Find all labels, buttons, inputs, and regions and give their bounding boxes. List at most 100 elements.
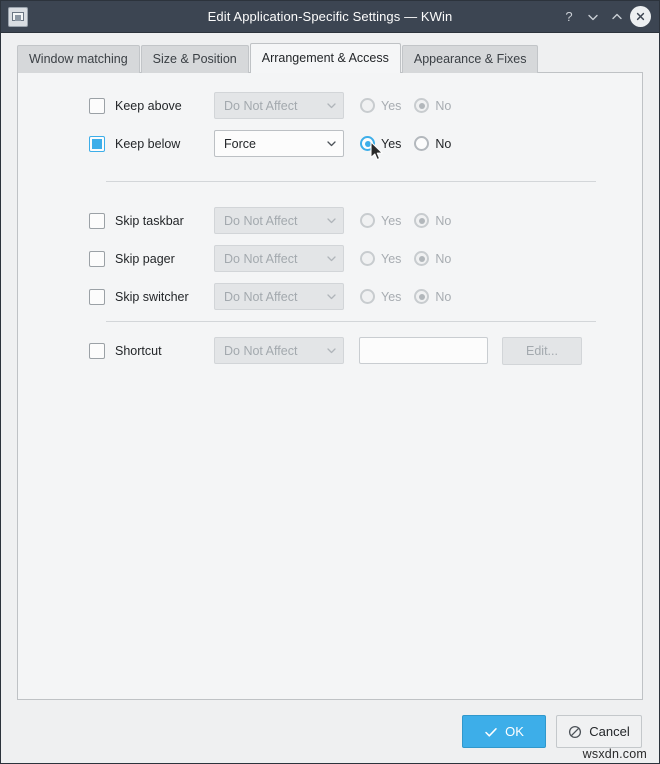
skip-pager-combobox-value: Do Not Affect (224, 251, 298, 266)
chevron-down-icon (327, 218, 336, 224)
radio-indicator (360, 289, 375, 304)
skip-pager-radio-group: Yes No (360, 251, 464, 266)
radio-indicator (414, 136, 430, 151)
skip-taskbar-checkbox-cell: Skip taskbar (89, 212, 214, 229)
chevron-down-icon (327, 103, 336, 109)
separator-upper (106, 181, 596, 182)
shortcut-checkbox[interactable] (89, 342, 105, 359)
skip-pager-radio-no-label: No (435, 251, 452, 266)
shortcut-edit-button[interactable]: Edit... (502, 336, 582, 365)
tab-window-matching[interactable]: Window matching (17, 45, 140, 73)
window-controls: ? (558, 6, 651, 28)
row-keep-below: Keep below Force Yes No (18, 129, 642, 158)
skip-switcher-checkbox-cell: Skip switcher (89, 288, 214, 305)
settings-rows: Keep above Do Not Affect Yes No Keep bel… (18, 73, 642, 365)
ok-button[interactable]: OK (462, 715, 546, 748)
tab-arrangement-access[interactable]: Arrangement & Access (249, 43, 401, 73)
keep-above-radio-no[interactable]: No (414, 98, 451, 113)
keep-below-radio-group: Yes No (360, 136, 464, 151)
shortcut-checkbox-cell: Shortcut (89, 342, 214, 359)
keep-below-radio-yes-label: Yes (381, 136, 402, 151)
svg-text:?: ? (565, 10, 572, 24)
checkmark-icon (485, 727, 497, 737)
skip-taskbar-checkbox[interactable] (89, 212, 105, 229)
close-icon[interactable] (630, 6, 651, 27)
row-skip-switcher: Skip switcher Do Not Affect Yes No (18, 282, 642, 311)
skip-switcher-combobox[interactable]: Do Not Affect (214, 283, 344, 310)
skip-taskbar-combobox-value: Do Not Affect (224, 213, 298, 228)
watermark: wsxdn.com (582, 747, 647, 761)
radio-indicator (360, 213, 375, 228)
row-skip-pager: Skip pager Do Not Affect Yes No (18, 244, 642, 273)
keep-above-checkbox-cell: Keep above (89, 97, 214, 114)
radio-indicator (360, 136, 375, 151)
dialog-button-bar: OK Cancel (1, 700, 659, 763)
radio-indicator (414, 289, 430, 304)
tab-appearance-fixes[interactable]: Appearance & Fixes (401, 45, 539, 73)
skip-pager-label: Skip pager (115, 251, 175, 266)
skip-taskbar-radio-yes[interactable]: Yes (360, 213, 401, 228)
skip-taskbar-radio-no-label: No (435, 213, 452, 228)
chevron-down-icon (327, 294, 336, 300)
skip-pager-combobox[interactable]: Do Not Affect (214, 245, 344, 272)
skip-pager-radio-yes-label: Yes (381, 251, 402, 266)
radio-indicator (414, 251, 430, 266)
chevron-down-icon (327, 256, 336, 262)
radio-indicator (414, 98, 430, 113)
tab-size-position[interactable]: Size & Position (140, 45, 249, 73)
minimize-icon[interactable] (582, 6, 604, 28)
separator-lower (106, 321, 596, 322)
cancel-circle-slash-icon (569, 725, 582, 738)
skip-switcher-radio-no-label: No (435, 289, 452, 304)
skip-taskbar-label: Skip taskbar (115, 213, 184, 228)
skip-switcher-label: Skip switcher (115, 289, 189, 304)
keep-below-radio-no[interactable]: No (414, 136, 451, 151)
keep-below-label: Keep below (115, 136, 181, 151)
radio-indicator (360, 251, 375, 266)
skip-pager-checkbox[interactable] (89, 250, 105, 267)
tab-bar: Window matching Size & Position Arrangem… (1, 33, 659, 73)
shortcut-combobox-value: Do Not Affect (224, 343, 298, 358)
keep-above-checkbox[interactable] (89, 97, 105, 114)
skip-switcher-radio-no[interactable]: No (414, 289, 451, 304)
skip-pager-radio-no[interactable]: No (414, 251, 451, 266)
shortcut-input[interactable] (359, 337, 488, 364)
keep-above-label: Keep above (115, 98, 182, 113)
skip-pager-radio-yes[interactable]: Yes (360, 251, 401, 266)
chevron-down-icon (327, 141, 336, 147)
title-bar: Edit Application-Specific Settings — KWi… (1, 1, 659, 33)
row-keep-above: Keep above Do Not Affect Yes No (18, 91, 642, 120)
chevron-down-icon (327, 348, 336, 354)
cancel-button-label: Cancel (589, 724, 630, 739)
help-icon[interactable]: ? (558, 6, 580, 28)
shortcut-label: Shortcut (115, 343, 162, 358)
keep-below-checkbox[interactable] (89, 135, 105, 152)
row-skip-taskbar: Skip taskbar Do Not Affect Yes No (18, 206, 642, 235)
keep-above-combobox[interactable]: Do Not Affect (214, 92, 344, 119)
keep-below-radio-no-label: No (435, 136, 452, 151)
skip-switcher-checkbox[interactable] (89, 288, 105, 305)
ok-button-label: OK (505, 724, 524, 739)
skip-taskbar-radio-group: Yes No (360, 213, 464, 228)
keep-below-checkbox-cell: Keep below (89, 135, 214, 152)
keep-below-radio-yes[interactable]: Yes (360, 136, 401, 151)
keep-above-radio-group: Yes No (360, 98, 464, 113)
maximize-icon[interactable] (606, 6, 628, 28)
keep-below-combobox[interactable]: Force (214, 130, 344, 157)
settings-dialog-window: Edit Application-Specific Settings — KWi… (0, 0, 660, 764)
skip-switcher-radio-group: Yes No (360, 289, 464, 304)
skip-switcher-radio-yes-label: Yes (381, 289, 402, 304)
tab-panel-arrangement-access: Keep above Do Not Affect Yes No Keep bel… (17, 72, 643, 700)
radio-indicator (414, 213, 430, 228)
skip-taskbar-combobox[interactable]: Do Not Affect (214, 207, 344, 234)
skip-switcher-combobox-value: Do Not Affect (224, 289, 298, 304)
window-settings-icon (8, 6, 28, 27)
shortcut-combobox[interactable]: Do Not Affect (214, 337, 344, 364)
cancel-button[interactable]: Cancel (556, 715, 642, 748)
keep-above-radio-yes[interactable]: Yes (360, 98, 401, 113)
skip-taskbar-radio-no[interactable]: No (414, 213, 451, 228)
skip-switcher-radio-yes[interactable]: Yes (360, 289, 401, 304)
row-shortcut: Shortcut Do Not Affect Edit... (18, 336, 642, 365)
keep-above-radio-no-label: No (435, 98, 452, 113)
keep-above-radio-yes-label: Yes (381, 98, 402, 113)
